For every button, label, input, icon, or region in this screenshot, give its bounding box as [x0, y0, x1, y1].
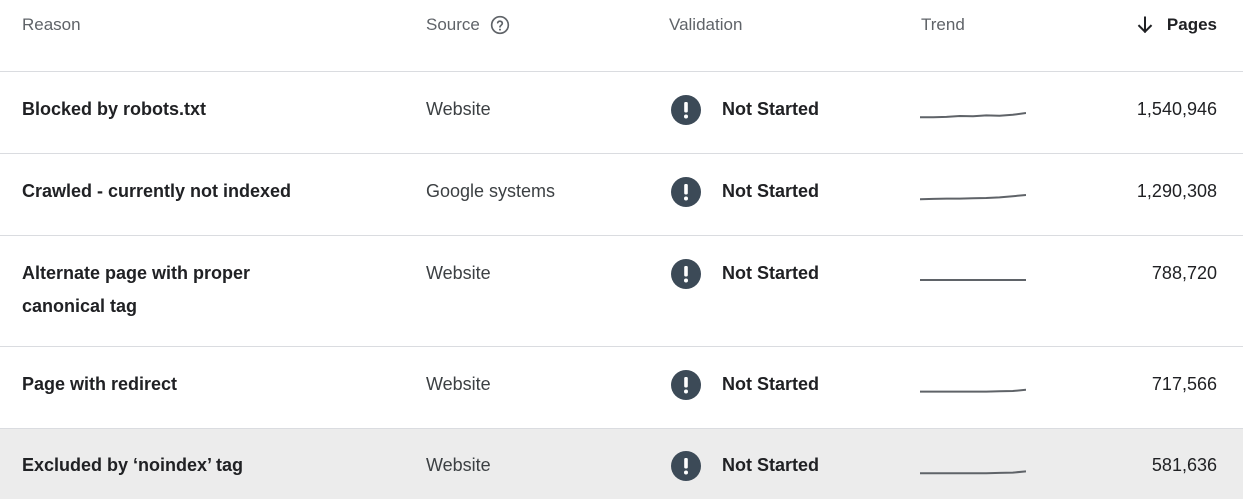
row-pages-count: 1,540,946 — [1136, 99, 1217, 119]
column-header-pages[interactable]: Pages — [1135, 13, 1217, 37]
row-validation: Not Started — [671, 449, 819, 482]
row-reason-line: Page with redirect — [22, 374, 178, 394]
row-reason: Crawled - currently not indexed — [22, 175, 352, 208]
column-header-source-label: Source — [426, 15, 480, 34]
row-source: Website — [426, 263, 491, 283]
row-validation-status: Not Started — [722, 99, 820, 119]
table-row[interactable]: Excluded by ‘noindex’ tag Website Not Star… — [0, 429, 1243, 499]
row-source: Website — [426, 455, 491, 475]
column-header-trend: Trend — [921, 15, 965, 34]
row-pages-count: 1,290,308 — [1136, 181, 1217, 201]
exclamation-circle-icon — [671, 450, 701, 481]
trend-line — [920, 470, 1027, 475]
row-reason-line: Crawled - currently not indexed — [22, 181, 292, 201]
column-header-source[interactable]: Source — [426, 13, 510, 37]
table-header: Reason Source Validation Trend Pages — [0, 0, 1243, 72]
column-header-pages-label: Pages — [1166, 15, 1217, 34]
row-validation: Not Started — [671, 93, 819, 126]
table-row[interactable]: Crawled - currently not indexed Google sy… — [0, 154, 1243, 236]
column-header-validation[interactable]: Validation — [669, 13, 742, 37]
row-reason-line: Excluded by ‘noindex’ tag — [22, 455, 244, 475]
row-pages-count: 717,566 — [1151, 374, 1217, 394]
row-trend-sparkline — [920, 99, 1027, 119]
row-validation: Not Started — [671, 368, 819, 401]
table-row[interactable]: Alternate page with proper canonical tag W… — [0, 236, 1243, 347]
row-pages-count: 788,720 — [1151, 263, 1217, 283]
row-reason-line: canonical tag — [22, 296, 138, 316]
row-reason: Blocked by robots.txt — [22, 93, 352, 126]
row-reason: Alternate page with proper canonical tag — [22, 257, 352, 323]
row-reason-line: Blocked by robots.txt — [22, 99, 207, 119]
row-validation-status: Not Started — [722, 374, 820, 394]
row-trend-sparkline — [920, 374, 1027, 394]
trend-line — [920, 112, 1027, 119]
exclamation-circle-icon — [671, 258, 701, 289]
row-trend-sparkline — [919, 181, 1027, 201]
row-trend-sparkline — [920, 455, 1027, 475]
row-validation-status: Not Started — [722, 181, 820, 201]
row-reason-line: Alternate page with proper — [22, 263, 251, 283]
row-pages-count: 581,636 — [1151, 455, 1217, 475]
row-source: Google systems — [426, 181, 556, 201]
row-validation-status: Not Started — [722, 455, 820, 475]
trend-line — [919, 194, 1027, 201]
row-trend-sparkline — [920, 263, 1026, 283]
column-header-reason[interactable]: Reason — [22, 13, 81, 37]
trend-line — [920, 388, 1027, 393]
row-source: Website — [426, 99, 491, 119]
row-source: Website — [426, 374, 491, 394]
row-validation: Not Started — [671, 257, 819, 290]
help-circle-icon[interactable] — [490, 15, 510, 35]
arrow-down-icon[interactable] — [1135, 15, 1155, 35]
row-validation-status: Not Started — [722, 263, 820, 283]
exclamation-circle-icon — [671, 94, 701, 125]
exclamation-circle-icon — [671, 176, 701, 207]
row-reason: Excluded by ‘noindex’ tag — [22, 449, 352, 482]
table-row[interactable]: Page with redirect Website Not Started 717,… — [0, 347, 1243, 429]
issues-table: Reason Source Validation Trend Pages Blo… — [0, 0, 1243, 499]
exclamation-circle-icon — [671, 369, 701, 400]
table-row[interactable]: Blocked by robots.txt Website Not Started 1… — [0, 72, 1243, 154]
row-reason: Page with redirect — [22, 368, 352, 401]
row-validation: Not Started — [671, 175, 819, 208]
